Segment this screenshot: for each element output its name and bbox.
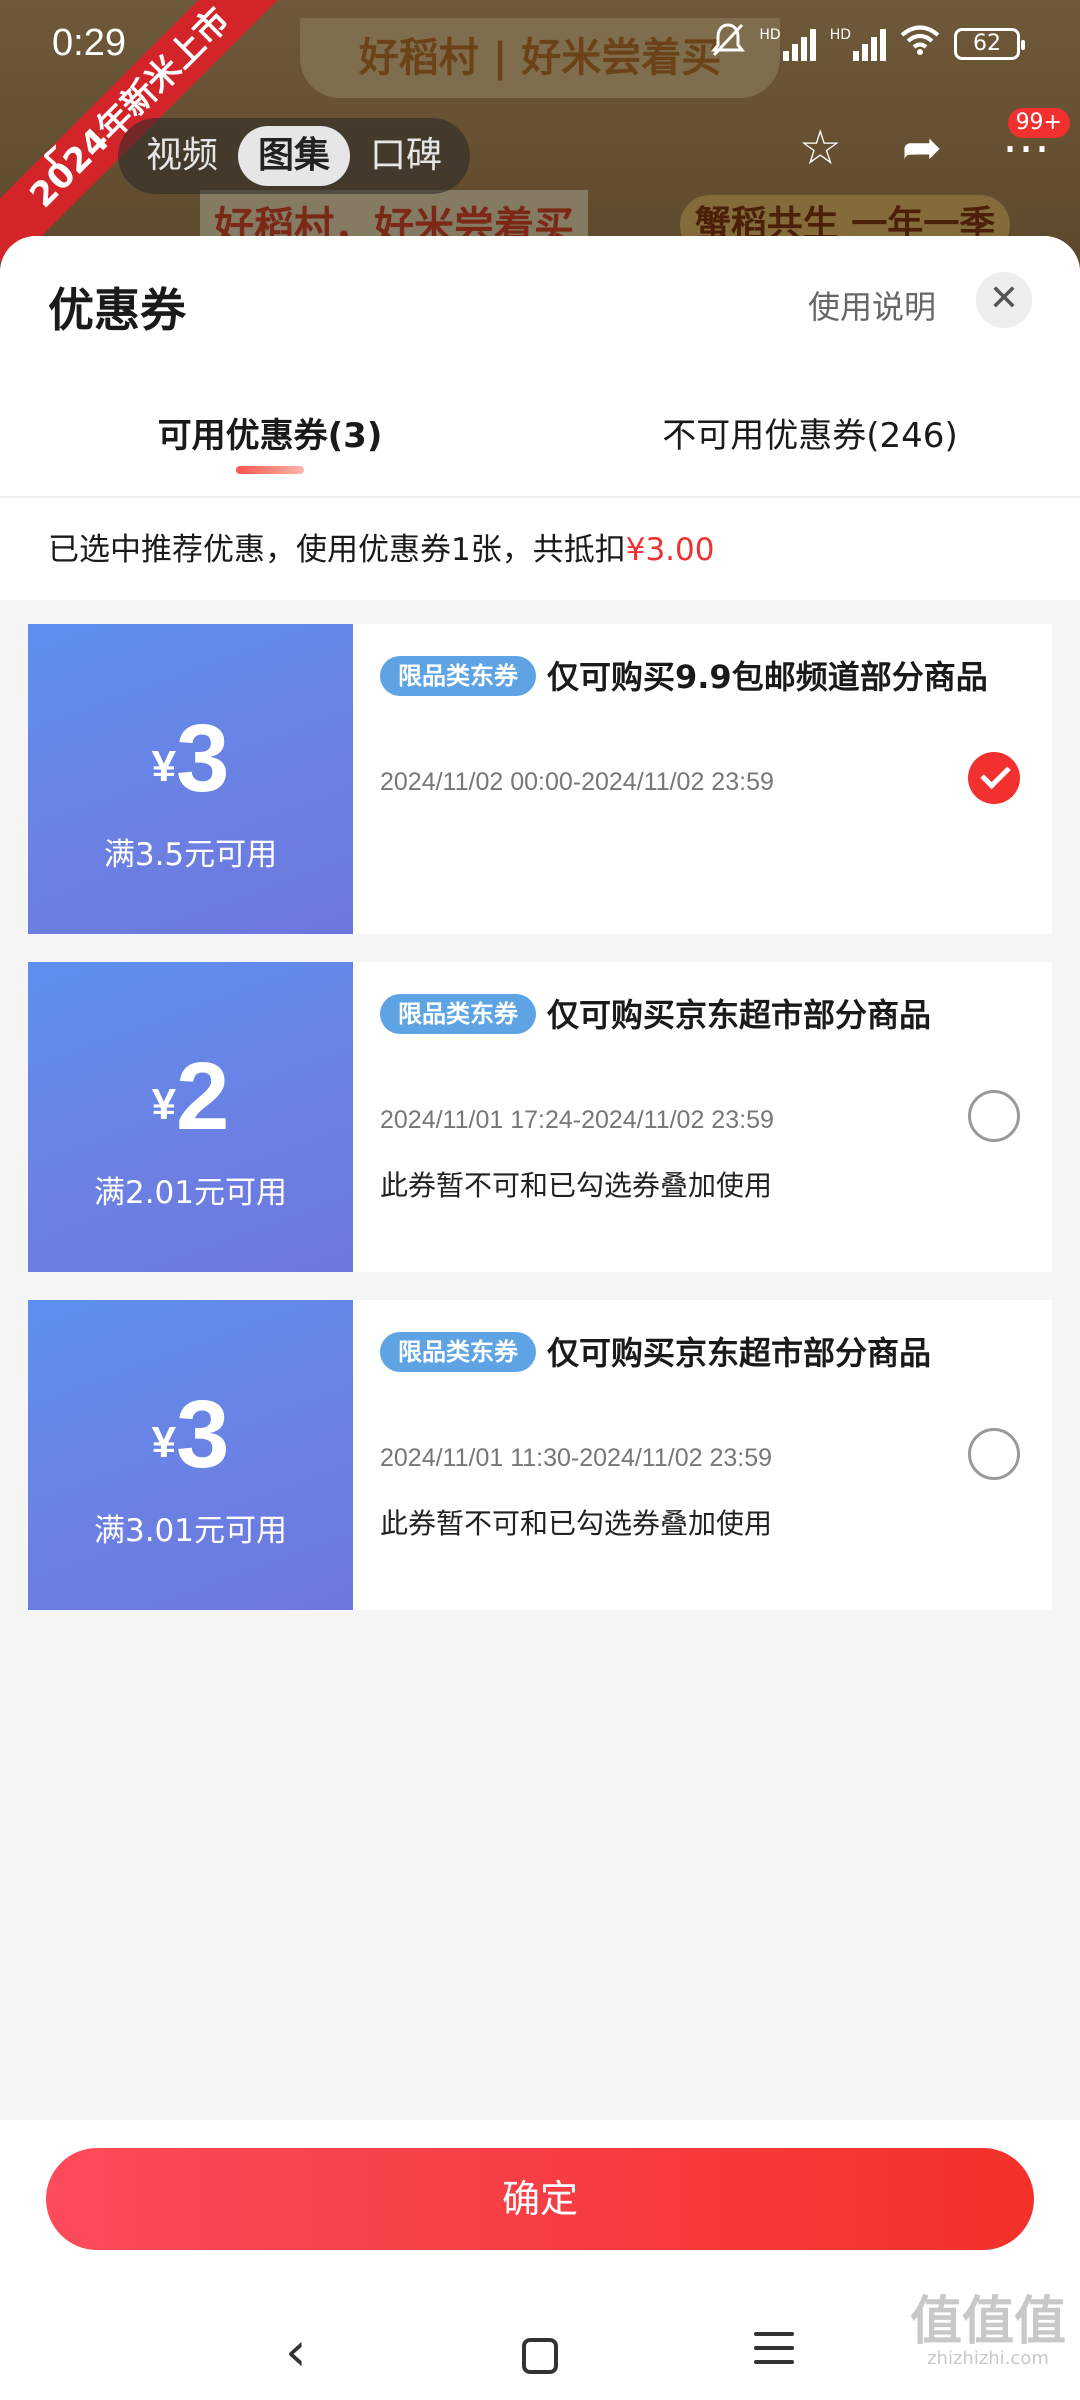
back-icon[interactable]: ‹ [40, 124, 61, 184]
coupon-threshold: 满2.01元可用 [93, 1175, 288, 1211]
coupon-select-checkbox[interactable] [968, 1428, 1020, 1480]
hd-label-2: HD [829, 26, 851, 43]
amount-value: 2 [176, 1043, 230, 1150]
coupon-value-panel: ¥2 满2.01元可用 [22, 962, 353, 1272]
coupon-validity: 2024/11/02 00:00-2024/11/02 23:59 [380, 768, 774, 796]
media-tab-gallery[interactable]: 图集 [238, 126, 351, 186]
site-watermark: 值值值 zhizhizhi.com [910, 2296, 1066, 2370]
coupon-list: ¥3 满3.5元可用 限品类东券 仅可购买9.9包邮频道部分商品 2024/11… [0, 600, 1080, 1610]
signal-icon-2: HD [830, 27, 886, 61]
coupon-amount: ¥3 [28, 704, 353, 814]
media-tab-reviews[interactable]: 口碑 [350, 126, 462, 186]
wifi-icon [900, 24, 940, 63]
battery-icon: 62 [954, 27, 1025, 60]
summary-amount: ¥3.00 [625, 532, 715, 568]
coupon-value-panel: ¥3 满3.01元可用 [22, 1300, 353, 1610]
coupon-threshold: 满3.5元可用 [103, 837, 278, 873]
system-home-icon[interactable] [522, 2338, 558, 2374]
mute-bell-icon [711, 22, 746, 65]
tab-unavailable-coupons[interactable]: 不可用优惠券(246) [540, 408, 1080, 496]
amount-value: 3 [176, 705, 230, 812]
confirm-button[interactable]: 确定 [46, 2148, 1034, 2250]
favorite-star-icon[interactable]: ☆ [799, 120, 842, 176]
coupon-select-checkbox[interactable] [968, 752, 1020, 804]
coupon-category-tag: 限品类东券 [380, 994, 536, 1034]
status-bar: 0:29 HD HD 62 [0, 0, 1080, 92]
hd-label: HD [759, 26, 781, 43]
sheet-title: 优惠券 [48, 283, 186, 337]
coupon-stacking-note: 此券暂不可和已勾选券叠加使用 [380, 1507, 773, 1540]
coupon-details: 限品类东券 仅可购买京东超市部分商品 2024/11/01 11:30-2024… [353, 1300, 1052, 1610]
coupon-validity: 2024/11/01 17:24-2024/11/02 23:59 [380, 1106, 774, 1134]
watermark-logo: 值值值 [909, 2292, 1066, 2352]
system-back-icon[interactable]: ‹ [285, 2320, 307, 2383]
coupon-card[interactable]: ¥3 满3.01元可用 限品类东券 仅可购买京东超市部分商品 2024/11/0… [22, 1300, 1052, 1610]
media-tab-video[interactable]: 视频 [126, 126, 238, 186]
coupon-title: 仅可购买9.9包邮频道部分商品 [547, 658, 988, 696]
tab-unavailable-label: 不可用优惠券(246) [662, 416, 958, 456]
watermark-url: zhizhizhi.com [927, 2348, 1049, 2369]
coupon-sheet: 优惠券 使用说明 ✕ 可用优惠券(3) 不可用优惠券(246) 已选中推荐优惠，… [0, 236, 1080, 2400]
coupon-category-tag: 限品类东券 [380, 656, 536, 696]
status-time: 0:29 [52, 22, 126, 64]
system-menu-icon[interactable] [754, 2332, 794, 2374]
selection-summary: 已选中推荐优惠，使用优惠券1张，共抵扣¥3.00 [0, 496, 1080, 600]
message-count-badge: 99+ [1007, 108, 1070, 138]
currency-symbol: ¥ [151, 742, 177, 791]
coupon-amount: ¥2 [28, 1042, 353, 1152]
share-icon[interactable]: ➦ [902, 120, 942, 176]
product-top-nav: ‹ 视频 图集 口碑 ☆ ➦ ⋯ 99+ [0, 108, 1080, 200]
active-tab-indicator [236, 466, 304, 474]
media-tab-switch: 视频 图集 口碑 [118, 118, 471, 194]
coupon-category-tag: 限品类东券 [380, 1332, 536, 1372]
amount-value: 3 [176, 1381, 230, 1488]
currency-symbol: ¥ [151, 1080, 177, 1129]
coupon-details: 限品类东券 仅可购买9.9包邮频道部分商品 2024/11/02 00:00-2… [353, 624, 1052, 934]
coupon-value-panel: ¥3 满3.5元可用 [22, 624, 353, 934]
status-icons: HD HD 62 [711, 22, 1025, 65]
coupon-stacking-note: 此券暂不可和已勾选券叠加使用 [380, 1169, 773, 1202]
usage-instructions-link[interactable]: 使用说明 [808, 282, 936, 328]
signal-icon: HD [759, 26, 816, 61]
coupon-details: 限品类东券 仅可购买京东超市部分商品 2024/11/01 17:24-2024… [353, 962, 1052, 1272]
coupon-card[interactable]: ¥2 满2.01元可用 限品类东券 仅可购买京东超市部分商品 2024/11/0… [22, 962, 1052, 1272]
currency-symbol: ¥ [151, 1418, 177, 1467]
coupon-title: 仅可购买京东超市部分商品 [547, 1334, 932, 1372]
coupon-card[interactable]: ¥3 满3.5元可用 限品类东券 仅可购买9.9包邮频道部分商品 2024/11… [22, 624, 1052, 934]
close-icon[interactable]: ✕ [976, 272, 1032, 328]
sheet-footer: 确定 ‹ 值值值 zhizhizhi.com [0, 2120, 1080, 2400]
coupon-threshold: 满3.01元可用 [93, 1513, 288, 1549]
tab-available-label: 可用优惠券(3) [157, 416, 383, 456]
sheet-header: 优惠券 使用说明 ✕ 可用优惠券(3) 不可用优惠券(246) [0, 236, 1080, 496]
coupon-amount: ¥3 [28, 1380, 353, 1490]
coupon-title: 仅可购买京东超市部分商品 [547, 996, 932, 1034]
coupon-select-checkbox[interactable] [968, 1090, 1020, 1142]
coupon-tabs: 可用优惠券(3) 不可用优惠券(246) [0, 408, 1080, 496]
coupon-validity: 2024/11/01 11:30-2024/11/02 23:59 [380, 1444, 773, 1472]
summary-text: 已选中推荐优惠，使用优惠券1张，共抵扣 [48, 532, 626, 568]
tab-available-coupons[interactable]: 可用优惠券(3) [0, 408, 540, 496]
